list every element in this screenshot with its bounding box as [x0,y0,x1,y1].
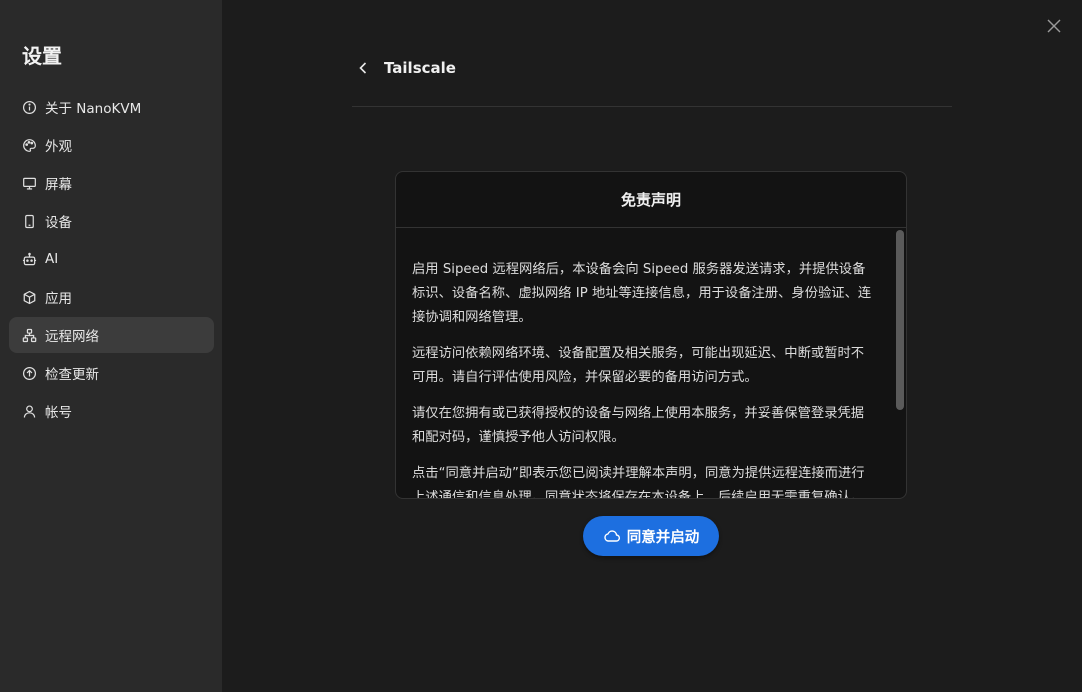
palette-icon [21,137,37,153]
user-icon [21,403,37,419]
sidebar-item-label: 帐号 [45,405,72,421]
disclaimer-paragraph: 启用 Sipeed 远程网络后，本设备会向 Sipeed 服务器发送请求，并提供… [412,262,872,325]
sidebar-item-ai[interactable]: AI [9,241,214,277]
package-icon [21,289,37,305]
close-button[interactable] [1044,16,1064,36]
sidebar-item-appearance[interactable]: 外观 [9,127,214,163]
sidebar-item-device[interactable]: 设备 [9,203,214,239]
disclaimer-scrollbar[interactable] [896,228,904,498]
sidebar-title: 设置 [22,44,62,68]
close-icon [1047,19,1061,33]
page-header: Tailscale [352,52,952,107]
disclaimer-title: 免责声明 [620,191,681,209]
phone-icon [21,213,37,229]
sidebar-item-label: 设备 [45,215,72,231]
back-button[interactable] [358,52,380,84]
sidebar-item-check-update[interactable]: 检查更新 [9,355,214,391]
sidebar-item-remote-network[interactable]: 远程网络 [9,317,214,353]
sidebar-item-about[interactable]: 关于 NanoKVM [9,89,214,125]
main-panel: Tailscale 免责声明 启用 Sipeed 远程网络后，本设备会向 Sip… [222,0,1082,692]
sidebar-nav: 关于 NanoKVM 外观 屏幕 设备 AI 应用 远程网络 检查更新 帐号 [9,89,214,431]
sidebar-item-label: 应用 [45,291,72,307]
disclaimer-header: 免责声明 [396,172,906,228]
chevron-left-icon [359,62,367,74]
network-icon [21,327,37,343]
page-title: Tailscale [384,59,456,77]
disclaimer-body[interactable]: 启用 Sipeed 远程网络后，本设备会向 Sipeed 服务器发送请求，并提供… [396,228,894,498]
cloud-icon [604,530,620,542]
sidebar-item-apps[interactable]: 应用 [9,279,214,315]
sidebar-item-account[interactable]: 帐号 [9,393,214,429]
upload-circle-icon [21,365,37,381]
monitor-icon [21,175,37,191]
disclaimer-paragraph: 请仅在您拥有或已获得授权的设备与网络上使用本服务，并妥善保管登录凭据和配对码，谨… [412,406,865,445]
disclaimer-card: 免责声明 启用 Sipeed 远程网络后，本设备会向 Sipeed 服务器发送请… [395,171,907,499]
sidebar-item-label: 关于 NanoKVM [45,101,142,117]
sidebar-item-label: 远程网络 [45,329,99,345]
sidebar-item-label: 检查更新 [45,367,99,383]
sidebar-item-label: 外观 [45,139,72,155]
info-icon [21,99,37,115]
agree-and-start-button[interactable]: 同意并启动 [583,516,719,556]
agree-and-start-label: 同意并启动 [626,529,700,546]
sidebar: 设置 关于 NanoKVM 外观 屏幕 设备 AI 应用 远程网络 检查更新 帐… [0,0,222,692]
sidebar-item-label: 屏幕 [45,177,72,193]
disclaimer-paragraph: 远程访问依赖网络环境、设备配置及相关服务，可能出现延迟、中断或暂时不可用。请自行… [412,346,865,385]
disclaimer-paragraph: 点击“同意并启动”即表示您已阅读并理解本声明，同意为提供远程连接而进行上述通信和… [412,466,865,498]
sidebar-item-screen[interactable]: 屏幕 [9,165,214,201]
sidebar-item-label: AI [45,251,59,267]
scrollbar-thumb[interactable] [896,230,904,410]
robot-icon [21,251,37,267]
